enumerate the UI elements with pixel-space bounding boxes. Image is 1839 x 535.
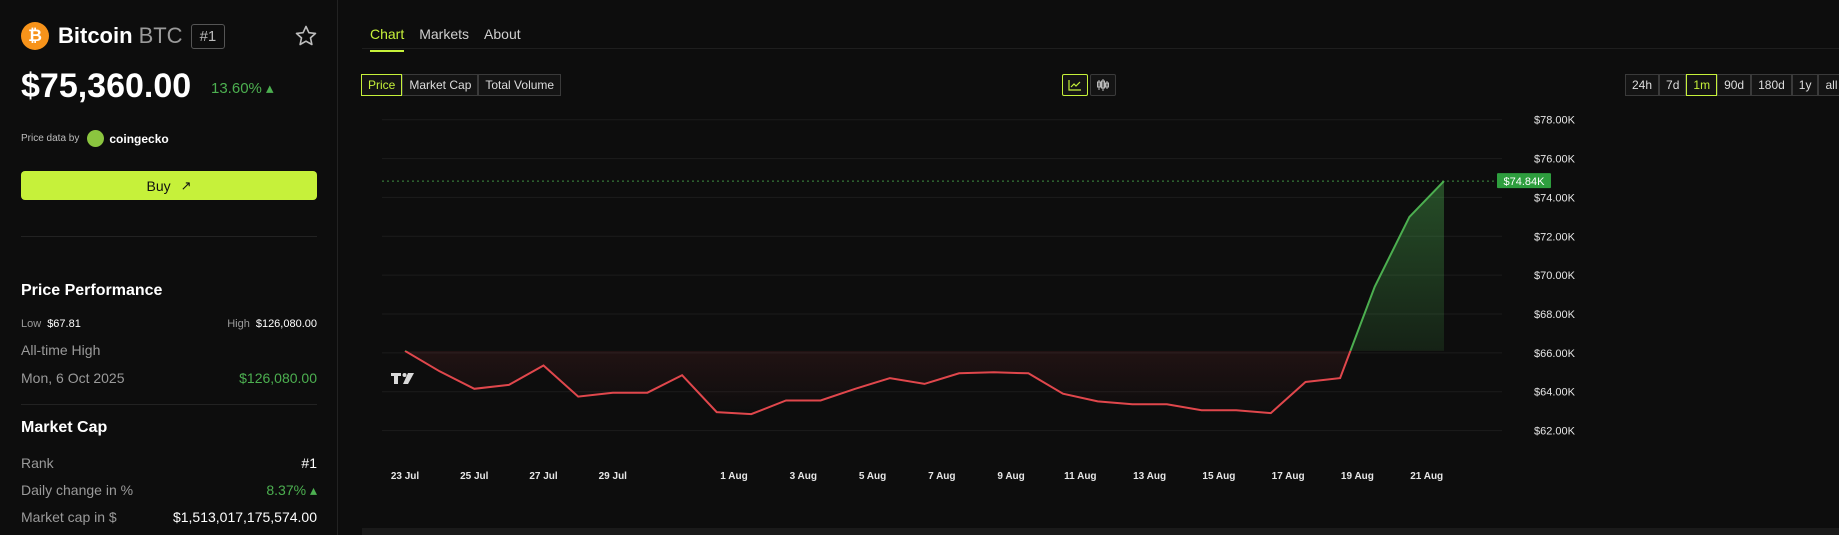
x-tick-label: 17 Aug	[1272, 471, 1305, 482]
ath-label: All-time High	[21, 342, 101, 358]
range-24h-button[interactable]: 24h	[1625, 74, 1660, 96]
current-price: $75,360.00	[21, 67, 192, 105]
range-all-button[interactable]: all	[1818, 74, 1839, 96]
x-axis: 23 Jul 25 Jul 27 Jul 29 Jul 1 Aug 3 Aug 5 Aug 7…	[391, 471, 1443, 482]
y-axis: $78.00K $76.00K $74.00K $72.00K $70.00K $68.0…	[1534, 115, 1576, 438]
low-high-range: Low $67.81 High $126,080.00	[21, 318, 317, 330]
range-180d-button[interactable]: 180d	[1751, 74, 1792, 96]
price-performance-title: Price Performance	[21, 282, 163, 299]
x-tick-label: 25 Jul	[460, 471, 489, 482]
y-tick-label: $76.00K	[1534, 154, 1576, 166]
x-tick-label: 29 Jul	[599, 471, 628, 482]
buy-label: Buy	[146, 177, 171, 194]
line-chart-button[interactable]	[1062, 74, 1088, 96]
coin-symbol: BTC	[138, 23, 183, 48]
low-label: Low	[21, 318, 42, 330]
coin-name: Bitcoin	[58, 23, 133, 48]
market-cap-title: Market Cap	[21, 419, 108, 436]
y-tick-label: $70.00K	[1534, 270, 1576, 282]
chart-areas	[405, 181, 1444, 415]
price-change: 13.60% ▴	[211, 80, 274, 97]
market-cap-label: Market cap in $	[21, 509, 117, 525]
ath-row: Mon, 6 Oct 2025 $126,080.00	[21, 370, 317, 386]
daily-change-row: Daily change in % 8.37% ▴	[21, 482, 317, 499]
line-chart-icon	[1068, 80, 1081, 91]
y-tick-label: $72.00K	[1534, 231, 1576, 243]
rank-row: Rank #1	[21, 455, 317, 471]
rank-badge: #1	[190, 23, 226, 49]
price-source: Price data by coingecko	[21, 130, 169, 147]
ath-date: Mon, 6 Oct 2025	[21, 370, 125, 386]
y-tick-label: $68.00K	[1534, 309, 1576, 321]
x-tick-label: 5 Aug	[859, 471, 886, 482]
current-price-marker: $74.84K	[382, 173, 1551, 188]
price-chart[interactable]: $78.00K $76.00K $74.00K $72.00K $70.00K $68.0…	[362, 110, 1839, 535]
price-source-name[interactable]: coingecko	[109, 132, 168, 146]
x-tick-label: 1 Aug	[720, 471, 747, 482]
x-tick-label: 23 Jul	[391, 471, 420, 482]
high-label: High	[227, 318, 250, 330]
candlestick-icon	[1097, 79, 1109, 91]
time-range-selector: 24h 7d 1m 90d 180d 1y all	[1625, 74, 1839, 96]
market-cap-value: $1,513,017,175,574.00	[172, 509, 317, 525]
y-tick-label: $78.00K	[1534, 115, 1576, 127]
star-outline-icon[interactable]	[294, 24, 318, 48]
ath-value: $126,080.00	[239, 370, 317, 386]
y-tick-label: $74.00K	[1534, 192, 1576, 204]
arrow-up-right-icon: ↗	[180, 177, 192, 193]
y-tick-label: $62.00K	[1534, 426, 1576, 438]
x-tick-label: 13 Aug	[1133, 471, 1166, 482]
range-90d-button[interactable]: 90d	[1717, 74, 1752, 96]
daily-change-value: 8.37% ▴	[266, 482, 317, 498]
divider	[21, 404, 317, 405]
chart-bottom-bar	[362, 528, 1839, 535]
buy-button[interactable]: Buy ↗	[21, 171, 317, 200]
coingecko-logo-icon	[87, 130, 105, 147]
tabs-divider	[362, 48, 1839, 49]
metric-selector: Price Market Cap Total Volume	[361, 74, 562, 96]
candlestick-button[interactable]	[1090, 74, 1116, 96]
x-tick-label: 9 Aug	[997, 471, 1024, 482]
bitcoin-logo-icon: ₿	[21, 22, 49, 50]
metric-price-button[interactable]: Price	[361, 74, 403, 96]
x-tick-label: 27 Jul	[529, 471, 558, 482]
low-value: $67.81	[47, 318, 81, 330]
divider	[21, 236, 317, 237]
x-tick-label: 19 Aug	[1341, 471, 1374, 482]
coin-header: ₿ Bitcoin BTC #1	[21, 22, 226, 50]
rank-value: #1	[301, 455, 317, 471]
high-value: $126,080.00	[255, 318, 317, 330]
x-tick-label: 3 Aug	[790, 471, 817, 482]
rank-label: Rank	[21, 455, 54, 471]
y-tick-label: $66.00K	[1534, 348, 1576, 360]
area-below-baseline	[405, 350, 1351, 415]
x-tick-label: 11 Aug	[1064, 471, 1096, 482]
price-source-label: Price data by	[21, 133, 80, 144]
x-tick-label: 7 Aug	[928, 471, 955, 482]
market-cap-row: Market cap in $ $1,513,017,175,574.00	[21, 509, 317, 525]
metric-market-cap-button[interactable]: Market Cap	[402, 74, 479, 96]
x-tick-label: 15 Aug	[1202, 471, 1235, 482]
tradingview-logo	[391, 373, 414, 384]
chart-type-selector	[1062, 74, 1118, 96]
y-tick-label: $64.00K	[1534, 387, 1576, 399]
daily-change-label: Daily change in %	[21, 482, 134, 498]
metric-total-volume-button[interactable]: Total Volume	[478, 74, 562, 96]
ath-label-row: All-time High	[21, 342, 317, 358]
x-tick-label: 21 Aug	[1410, 471, 1443, 482]
current-price-label: $74.84K	[1504, 176, 1546, 188]
coin-sidebar: ₿ Bitcoin BTC #1 $75,360.00 13.60% ▴ Pri…	[0, 0, 338, 535]
range-1y-button[interactable]: 1y	[1791, 74, 1819, 96]
chart-grid	[382, 119, 1502, 432]
range-7d-button[interactable]: 7d	[1659, 74, 1687, 96]
range-1m-button[interactable]: 1m	[1686, 74, 1718, 96]
